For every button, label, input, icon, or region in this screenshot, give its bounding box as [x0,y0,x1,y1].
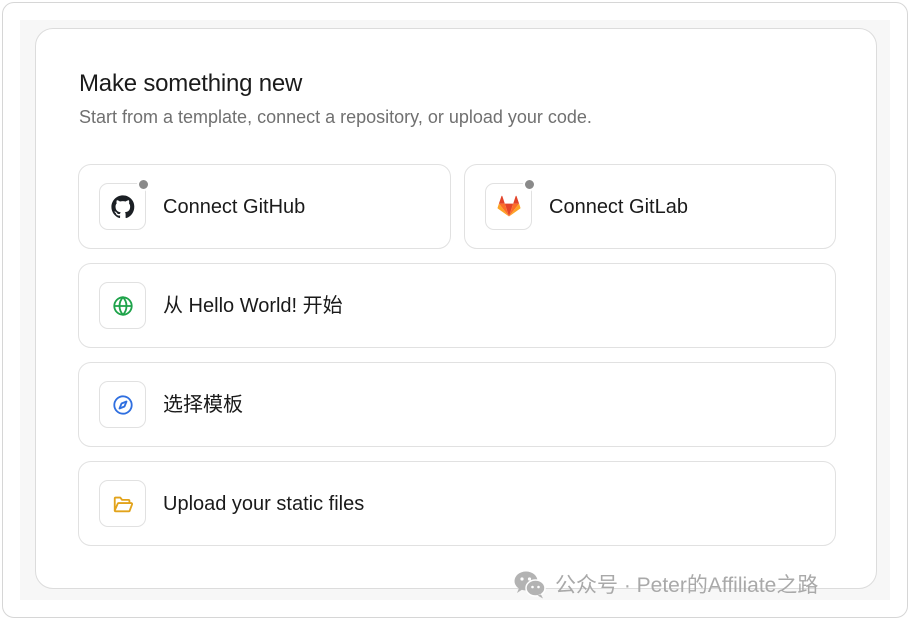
option-label: Upload your static files [163,493,365,515]
wechat-icon [514,571,546,599]
card-title: Make something new [79,70,303,97]
compass-icon-box [99,381,146,428]
watermark: 公众号 · Peter的Affiliate之路 [513,567,818,601]
github-icon-box [99,178,150,230]
globe-icon [112,295,133,316]
option-label: Connect GitLab [549,196,688,218]
option-label: 从 Hello World! 开始 [163,295,343,317]
create-project-card: Make something new Start from a template… [35,28,877,589]
upload-static-files-button[interactable]: Upload your static files [78,461,836,546]
status-dot [137,178,150,191]
gitlab-icon [497,195,520,216]
gitlab-icon-box [485,178,536,230]
connect-gitlab-button[interactable]: Connect GitLab [464,164,836,249]
folder-icon-box [99,480,146,527]
globe-icon-box [99,282,146,329]
choose-template-button[interactable]: 选择模板 [78,362,836,447]
option-label: Connect GitHub [163,196,306,218]
status-dot [523,178,536,191]
connect-github-button[interactable]: Connect GitHub [78,164,451,249]
option-label: 选择模板 [163,394,243,416]
github-icon [110,194,134,218]
folder-icon [113,496,133,512]
compass-icon [112,394,133,415]
start-hello-world-button[interactable]: 从 Hello World! 开始 [78,263,836,348]
watermark-text: 公众号 · Peter的Affiliate之路 [555,574,819,597]
card-subtitle: Start from a template, connect a reposit… [79,107,592,127]
